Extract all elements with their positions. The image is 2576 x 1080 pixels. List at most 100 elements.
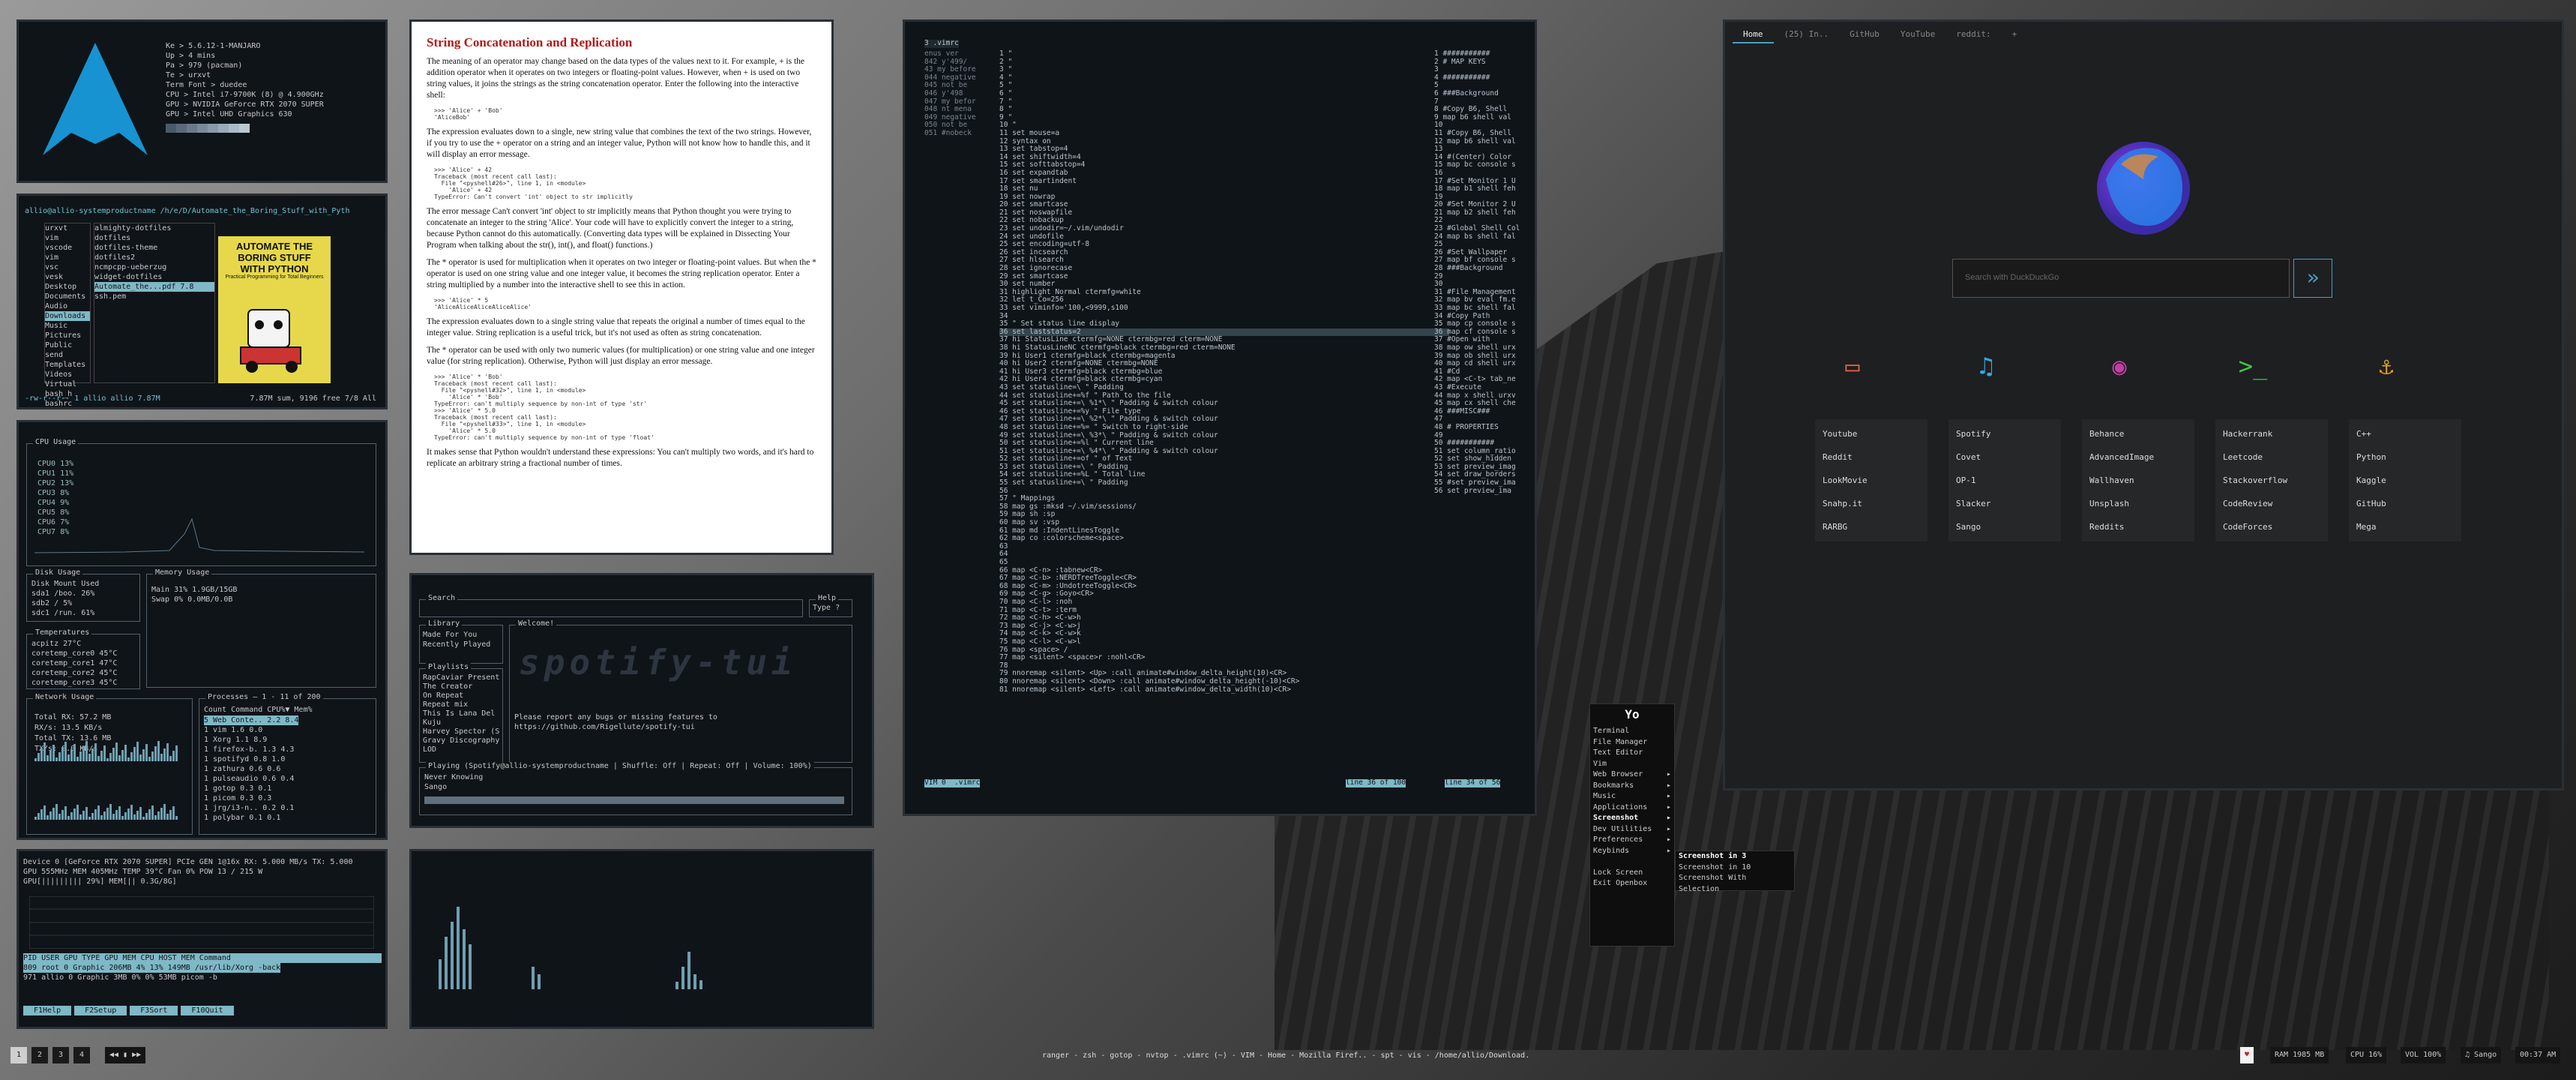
nvtop-footer-key[interactable]: F1Help — [23, 1006, 72, 1016]
nvtop-process-list[interactable]: 809 root 0 Graphic 206MB 4% 13% 149MB /u… — [23, 963, 281, 982]
playlist-list[interactable]: RapCaviar Present The Creator On Repeat Rep… — [423, 674, 499, 754]
bookmark-link[interactable]: CodeReview — [2223, 492, 2320, 515]
ranger-entry[interactable]: dotfiles2 — [94, 253, 214, 262]
neofetch-window[interactable]: Ke > 5.6.12-1-MANJARO Up > 4 mins Pa > 979… — [16, 20, 388, 183]
bookmark-link[interactable]: Stackoverflow — [2223, 469, 2320, 492]
tab-bar[interactable]: Home (25) In.. GitHub YouTube reddit: + — [1733, 26, 2027, 44]
nvtop-window[interactable]: Device 0 [GeForce RTX 2070 SUPER] PCIe G… — [16, 849, 388, 1029]
browser-tab[interactable]: Home — [1733, 26, 1774, 44]
ranger-entry[interactable]: Automate_the...pdf 7.8 — [94, 282, 214, 292]
menu-item[interactable]: Web Browser ▸ — [1590, 770, 1674, 781]
playbar-box[interactable]: Playing (Spotify@allio-systemproductname… — [419, 762, 852, 815]
menu-item[interactable]: Screenshot ▸ — [1590, 813, 1674, 824]
bookmark-link[interactable]: Kaggle — [2356, 469, 2454, 492]
bookmark-link[interactable]: Leetcode — [2223, 446, 2320, 469]
playlist-item[interactable]: LOD — [423, 746, 499, 754]
menu-item[interactable]: Keybinds ▸ — [1590, 846, 1674, 857]
gotop-window[interactable]: CPU Usage CPU0 13% CPU1 11% CPU2 13% CPU3 8… — [16, 420, 388, 840]
ranger-entry[interactable]: vscode — [45, 243, 90, 253]
processes-box[interactable]: Processes — 1 - 11 of 200 Count Command … — [199, 693, 376, 835]
menu-item[interactable]: Vim — [1590, 759, 1674, 770]
new-tab-button[interactable]: + — [2002, 26, 2028, 42]
ranger-entry[interactable]: almighty-dotfiles — [94, 224, 214, 233]
vim-left-pane[interactable]: enus ver 842 y'499/43 my before 044 negati… — [924, 50, 987, 138]
playlist-item[interactable]: On Repeat — [423, 692, 499, 700]
playlist-item[interactable]: RapCaviar Present — [423, 674, 499, 682]
ranger-entry[interactable]: Downloads — [45, 311, 90, 321]
ranger-entry[interactable]: Videos — [45, 370, 90, 380]
ranger-entry[interactable]: vsc — [45, 262, 90, 272]
window-list[interactable]: ranger - zsh - gotop - nvtop - .vimrc (~… — [1042, 1051, 1529, 1060]
bookmark-link[interactable]: Snahp.it — [1823, 492, 1920, 515]
playlists-box[interactable]: Playlists RapCaviar Present The Creator On … — [419, 663, 503, 763]
pdf-reader-window[interactable]: String Concatenation and Replication The… — [409, 20, 834, 555]
layout-indicator[interactable]: ◀◀ ▮ ▶▶ — [105, 1047, 146, 1064]
ranger-entry[interactable]: ssh.pem — [94, 292, 214, 302]
playlist-item[interactable]: Kuju — [423, 718, 499, 728]
ranger-entry[interactable]: Virtual — [45, 380, 90, 389]
status-module[interactable]: 00:37 AM — [2515, 1047, 2561, 1064]
ranger-entry[interactable]: Public — [45, 340, 90, 350]
menu-item[interactable]: Bookmarks ▸ — [1590, 781, 1674, 792]
ranger-entry[interactable]: Music — [45, 321, 90, 331]
status-module[interactable]: ♥ — [2240, 1047, 2254, 1064]
bookmark-link[interactable]: Mega — [2356, 515, 2454, 538]
firefox-window[interactable]: Home (25) In.. GitHub YouTube reddit: + Searc… — [1723, 20, 2564, 790]
browser-tab[interactable]: YouTube — [1890, 26, 1945, 42]
bookmark-link[interactable]: Covet — [1956, 446, 2053, 469]
ranger-entry[interactable]: urxvt — [45, 224, 90, 233]
ranger-entry[interactable]: dotfiles — [94, 233, 214, 243]
playlist-item[interactable]: The Creator — [423, 682, 499, 692]
ranger-entry[interactable]: vesk — [45, 272, 90, 282]
menu-item[interactable]: Dev Utilities ▸ — [1590, 824, 1674, 836]
process-row[interactable]: 1 vim 1.6 0.0 — [204, 725, 298, 735]
workspace-button[interactable]: 2 — [31, 1047, 48, 1064]
screenshot-submenu[interactable]: Screenshot in 3 Screenshot in 10 Screensho… — [1675, 850, 1795, 893]
ranger-window[interactable]: allio@allio-systemproductname /h/e/D/Aut… — [16, 194, 388, 410]
process-row[interactable]: 1 pulseaudio 0.6 0.4 — [204, 774, 298, 784]
ranger-entry[interactable]: Documents — [45, 292, 90, 302]
menu-item[interactable]: Terminal — [1590, 726, 1674, 737]
search-input[interactable]: Search with DuckDuckGo — [1952, 259, 2290, 298]
vim-window[interactable]: 3 .vimrc enus ver 842 y'499/43 my before 0… — [903, 20, 1537, 816]
ranger-entry[interactable]: Pictures — [45, 331, 90, 340]
menu-item[interactable]: Music ▸ — [1590, 791, 1674, 802]
ranger-entry[interactable]: Audio — [45, 302, 90, 311]
menu-item[interactable]: Preferences ▸ — [1590, 835, 1674, 846]
playlist-item[interactable]: Repeat mix — [423, 700, 499, 710]
bookmark-link[interactable]: LookMovie — [1823, 469, 1920, 492]
status-module[interactable]: RAM 1985 MB — [2270, 1047, 2329, 1064]
playlist-item[interactable]: This Is Lana Del — [423, 710, 499, 718]
process-row[interactable]: 1 jrg/i3-n.. 0.2 0.1 — [204, 803, 298, 813]
workspace-button[interactable]: 1 — [10, 1047, 27, 1064]
process-row[interactable]: 1 zathura 0.6 0.6 — [204, 764, 298, 774]
ranger-entry[interactable]: vim — [45, 253, 90, 262]
playlist-item[interactable]: Gravy Discography — [423, 736, 499, 746]
workspace-button[interactable]: 3 — [52, 1047, 69, 1064]
bookmark-link[interactable]: RARBG — [1823, 515, 1920, 538]
nvtop-footer-key[interactable]: F2Setup — [74, 1006, 127, 1016]
spotify-tui-window[interactable]: Search Help Type ? Library Made For You Rec… — [409, 573, 874, 828]
submenu-item[interactable]: Screenshot in 10 — [1676, 862, 1794, 874]
bookmark-link[interactable]: Spotify — [1956, 422, 2053, 446]
submenu-item[interactable]: Screenshot in 3 — [1676, 851, 1794, 862]
bookmark-link[interactable]: CodeForces — [2223, 515, 2320, 538]
ranger-parent-column[interactable]: urxvt vim vscode vim vsc vesk Desktop Documents… — [44, 223, 91, 407]
help-box[interactable]: Help Type ? — [809, 594, 852, 617]
bookmark-link[interactable]: Behance — [2089, 422, 2187, 446]
status-module[interactable]: ♫ Sango — [2461, 1047, 2502, 1064]
menu-item[interactable]: Text Editor — [1590, 748, 1674, 759]
workspace-button[interactable]: 4 — [73, 1047, 90, 1064]
browser-tab[interactable]: reddit: — [1945, 26, 2001, 42]
library-item[interactable]: Made For You — [423, 630, 490, 640]
bookmark-link[interactable]: Unsplash — [2089, 492, 2187, 515]
browser-tab[interactable]: (25) In.. — [1774, 26, 1840, 42]
bookmark-link[interactable]: AdvancedImage — [2089, 446, 2187, 469]
process-list[interactable]: 5 Web Conte.. 2.2 8.4 1 vim 1.6 0.0 1 Xorg… — [204, 716, 299, 823]
ranger-entry[interactable]: Templates — [45, 360, 90, 370]
menu-item[interactable]: Lock Screen — [1590, 868, 1674, 879]
progress-bar[interactable] — [424, 796, 844, 804]
vim-right-pane[interactable]: 1 ########### 2 # MAP KEYS 3 4 ###########… — [1434, 50, 1524, 495]
search-box[interactable]: Search — [419, 594, 803, 617]
bookmark-link[interactable]: Python — [2356, 446, 2454, 469]
